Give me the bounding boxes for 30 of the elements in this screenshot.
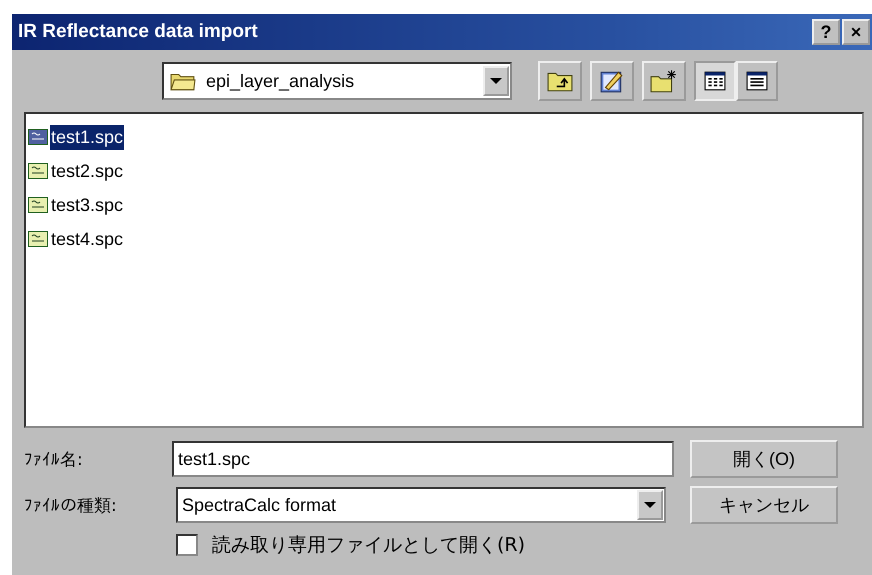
- file-icon: [28, 197, 48, 213]
- up-folder-button[interactable]: [538, 61, 582, 101]
- new-folder-icon: [650, 69, 678, 93]
- file-item[interactable]: test4.spc: [28, 222, 860, 256]
- file-item[interactable]: test2.spc: [28, 154, 860, 188]
- file-item[interactable]: test3.spc: [28, 188, 860, 222]
- details-view-button[interactable]: [736, 61, 778, 101]
- read-only-label: 読み取り専用ファイルとして開く(R): [212, 533, 526, 558]
- folder-up-icon: [547, 70, 573, 92]
- edit-button[interactable]: [590, 61, 634, 101]
- help-button[interactable]: ?: [812, 19, 840, 45]
- cancel-button[interactable]: キャンセル: [690, 486, 838, 524]
- list-view-icon: [704, 71, 726, 91]
- read-only-checkbox[interactable]: [176, 534, 198, 556]
- window-title: IR Reflectance data import: [18, 21, 258, 43]
- close-button[interactable]: ×: [842, 19, 870, 45]
- new-folder-button[interactable]: [642, 61, 686, 101]
- file-icon: [28, 231, 48, 247]
- file-name-field[interactable]: test1.spc: [172, 441, 674, 477]
- file-icon: [28, 163, 48, 179]
- details-view-icon: [746, 71, 768, 91]
- list-view-button[interactable]: [694, 61, 736, 101]
- file-icon: [28, 129, 48, 145]
- file-type-label: ﾌｧｲﾙの種類:: [24, 494, 118, 516]
- file-name-label: ﾌｧｲﾙ名:: [24, 448, 84, 470]
- open-button[interactable]: 開く(O): [690, 440, 838, 478]
- file-type-dropdown[interactable]: SpectraCalc format: [176, 487, 666, 523]
- file-item[interactable]: test1.spc: [28, 120, 860, 154]
- location-dropdown[interactable]: epi_layer_analysis: [162, 62, 512, 100]
- folder-icon: [170, 71, 196, 91]
